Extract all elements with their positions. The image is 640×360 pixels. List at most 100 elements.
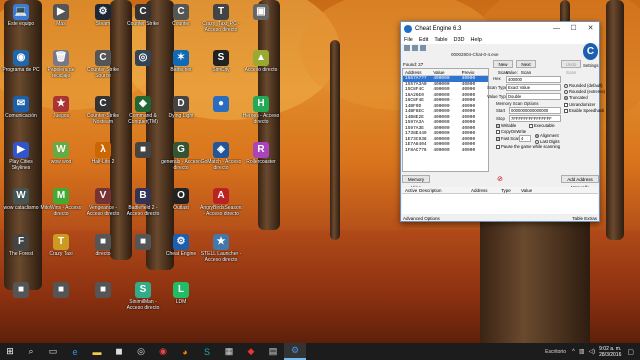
open-file-icon[interactable] [412,45,418,51]
desktop-icon-generals[interactable]: Ggenerals - Acceso directo [160,140,202,178]
desktop-icon-outlast[interactable]: O Outlast [160,186,202,224]
scan-type-select[interactable]: Exact Value [506,84,561,91]
desktop-icon-rollercoaster[interactable]: R Rollercoaster [240,140,282,178]
notifications-icon[interactable]: ▢ [627,348,634,356]
store-icon[interactable]: ◼ [108,343,130,360]
desktop-icon-papelera[interactable]: 🗑 Papelera de reciclaje [40,48,82,86]
rounded-extreme-radio[interactable]: Rounded (extreme) [564,89,605,94]
value-input[interactable]: 400000 [506,76,561,83]
desktop-icon-bonus-b[interactable]: ■ [0,280,42,318]
desktop-icon-tb-1[interactable]: ■ [40,280,82,318]
desktop-icon-este-equipo[interactable]: 💻 Este equipo [0,2,42,40]
desktop-icon-battlenet[interactable]: ✶ Battle.net [160,48,202,86]
desktop-icon-generic-b[interactable]: ■ directo [82,232,124,270]
minimize-icon[interactable]: — [548,22,565,35]
chevron-up-icon[interactable]: ^ [572,349,575,355]
save-icon[interactable] [420,45,426,51]
desktop-icon-acceso-directo-1[interactable]: ▲ Acceso directo [240,48,282,86]
stop-address-input[interactable]: 7FFFFFFFFFFFFFFF [509,115,561,122]
desktop-icon-vengeance[interactable]: V Vengeance - Acceso directo [82,186,124,224]
menu-d3d[interactable]: D3D [454,37,465,43]
desktop-icon-tb-2[interactable]: ■ [82,280,124,318]
desktop-icon-ldm[interactable]: L LDM [160,280,202,318]
maximize-icon[interactable]: ☐ [565,22,582,35]
column-type[interactable]: Type [498,187,518,193]
next-scan-button[interactable]: Next Scan [516,60,536,75]
executable-checkbox[interactable]: Executable [529,123,555,128]
close-icon[interactable]: ✕ [582,22,599,35]
column-address[interactable]: Address [403,69,431,75]
network-icon[interactable]: ▥ [579,348,585,355]
desktop-icon-crazy-taxi[interactable]: T Crazy Taxi [40,232,82,270]
unrandomizer-checkbox[interactable]: Unrandomizer [564,102,595,107]
copyonwrite-checkbox[interactable]: CopyOnWrite [496,129,526,134]
desktop-icon-mas-del-juego[interactable]: ▶ Más [40,2,82,40]
desktop-icon-wow-wod[interactable]: Wwow wod [40,140,82,178]
no-entry-icon[interactable]: ⊘ [497,175,503,183]
desktop-icon-counter-strike-2[interactable]: C Counter [160,2,202,40]
desktop-icon-nuevo-1[interactable]: ▣ [240,2,282,40]
desktop-icon-counter-strike-source[interactable]: C Counter Strike Source [82,48,124,86]
desktop-icon-angry-birds[interactable]: A AngryBirdsSeasons - Acceso directo [200,186,242,224]
desktop-icon-the-forest[interactable]: F The Forest [0,232,42,270]
start-address-input[interactable]: 0000000000000000 [509,107,561,114]
steam-taskbar-icon[interactable]: ◎ [130,343,152,360]
column-address-lower[interactable]: Address [468,187,498,193]
truncated-radio[interactable]: Truncated [564,95,588,100]
alignment-radio[interactable]: Alignment [535,133,559,138]
speedhack-checkbox[interactable]: Enable Speedhack [564,108,604,113]
fast-scan-value-input[interactable]: 4 [519,135,531,142]
desktop-icon-steam-2[interactable]: ◎ [122,48,164,86]
menu-table[interactable]: Table [434,37,447,43]
app-icon-2[interactable]: ◆ [240,343,262,360]
undo-scan-button[interactable]: Undo Scan [561,60,581,75]
settings-link[interactable]: Settings [583,63,599,68]
desktop-icon-half-life-2[interactable]: λ Half-Life 2 [82,140,124,178]
cheat-engine-taskbar-icon[interactable]: ⚙ [284,343,306,360]
advanced-options-link[interactable]: Advanced Options [403,216,440,221]
desktop-icon-metin-wars[interactable]: M MitoWins - Acceso directo [40,186,82,224]
window-titlebar[interactable]: Cheat Engine 6.3 — ☐ ✕ [401,22,599,35]
fast-scan-checkbox[interactable]: Fast Scan [496,136,520,141]
desktop-icon-planet[interactable]: ● [200,94,242,132]
memory-view-button[interactable]: Memory View [402,175,430,190]
desktop-icon-cheat-engine[interactable]: ⚙ Cheat Engine [160,232,202,270]
menu-help[interactable]: Help [471,37,482,43]
app-icon-3[interactable]: ▤ [262,343,284,360]
windows-start-icon[interactable]: ⊞ [0,343,20,360]
desktop-icon-comunicacion[interactable]: ✉ Comunicación [0,94,42,132]
desktop-icon-command-conquer[interactable]: ◆ Command & Conquer(TM) [122,94,164,132]
add-address-manually-button[interactable]: Add Address Manually [561,175,599,190]
desktop-icon-heroes[interactable]: H Heroes - Acceso directo [240,94,282,132]
table-row[interactable]: 1F8AC776 400000 40000 [403,148,488,154]
menu-file[interactable]: File [404,37,413,43]
writable-checkbox[interactable]: Writable [496,123,516,128]
desktop-icon-counter-strike-nosteam[interactable]: C Counter-Strike Nosteam [82,94,124,132]
desktop-icon-juegos[interactable]: ★ Juegos [40,94,82,132]
desktop-icon-crazy-taxi-pc[interactable]: T Crazy_Taxi_PC - Acceso directo [200,2,242,40]
menu-edit[interactable]: Edit [419,37,428,43]
desktop-icon-wow-cataclismo[interactable]: Wwow cataclismo [0,186,42,224]
address-list[interactable] [402,194,598,214]
column-description[interactable]: Description [416,187,468,193]
table-extras-link[interactable]: Table Extras [572,216,597,221]
column-value[interactable]: Value [431,69,459,75]
volume-icon[interactable]: ◁) [589,348,596,355]
search-icon[interactable]: ⌕ [20,343,42,360]
rounded-default-radio[interactable]: Rounded (default) [564,83,603,88]
new-scan-button[interactable]: New Scan [493,60,513,75]
desktop-icon-play-cities-skylines[interactable]: ▶ Play Cities Skylines [0,140,42,178]
desktop-icon-gomatch[interactable]: ◈ GoMatch - Acceso directo [200,140,242,178]
chrome-icon[interactable]: ◉ [152,343,174,360]
desktop-icon-steam[interactable]: ⚙ Steam [82,2,124,40]
desktop-icon-generic-c[interactable]: ■ [122,232,164,270]
cheat-engine-logo[interactable]: C [583,43,598,60]
desktop-icon-stella[interactable]: ★ STELL Launcher - Acceso directo [200,232,242,270]
column-value-lower[interactable]: Value [518,187,532,193]
column-active[interactable]: Active [402,187,417,193]
desktop-icon-sinimil[interactable]: S SinimilMan - Acceso directo [122,280,164,318]
scan-results-table[interactable]: Address Value Previo 1557A??? 400000 40000… [402,68,489,172]
edge-browser-icon[interactable]: e [64,343,86,360]
desktop-icon-dying-light[interactable]: D Dying Light [160,94,202,132]
column-previous[interactable]: Previo [460,69,488,75]
